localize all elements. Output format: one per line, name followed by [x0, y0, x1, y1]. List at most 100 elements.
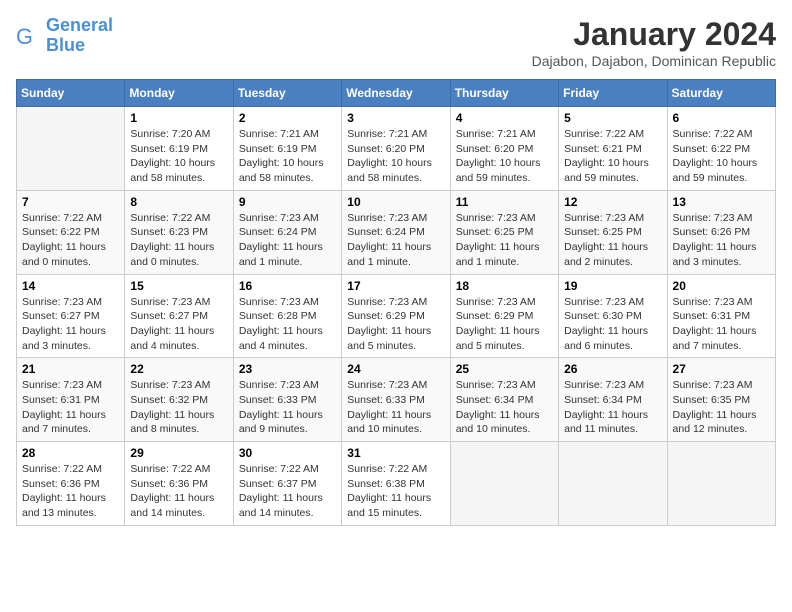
- day-info: Sunrise: 7:23 AMSunset: 6:31 PMDaylight:…: [673, 295, 770, 354]
- day-number: 4: [456, 111, 553, 125]
- calendar-cell: 18Sunrise: 7:23 AMSunset: 6:29 PMDayligh…: [450, 274, 558, 358]
- calendar-cell: 12 Sunrise: 7:23 AMSunset: 6:25 PMDayligh…: [559, 190, 667, 274]
- day-info: Sunrise: 7:22 AMSunset: 6:38 PMDaylight:…: [347, 462, 444, 521]
- calendar-cell: 10 Sunrise: 7:23 AMSunset: 6:24 PMDayligh…: [342, 190, 450, 274]
- calendar-week-row: 28 Sunrise: 7:22 AMSunset: 6:36 PMDayligh…: [17, 442, 776, 526]
- calendar-week-row: 21 Sunrise: 7:23 AMSunset: 6:31 PMDayligh…: [17, 358, 776, 442]
- day-number: 26: [564, 362, 661, 376]
- day-number: 19: [564, 279, 661, 293]
- weekday-header-saturday: Saturday: [667, 80, 775, 107]
- day-info: Sunrise: 7:23 AMSunset: 6:24 PMDaylight:…: [239, 211, 336, 270]
- day-number: 15: [130, 279, 227, 293]
- day-info: Sunrise: 7:22 AMSunset: 6:21 PMDaylight:…: [564, 127, 661, 186]
- day-info: Sunrise: 7:23 AMSunset: 6:32 PMDaylight:…: [130, 378, 227, 437]
- weekday-header-friday: Friday: [559, 80, 667, 107]
- day-info: Sunrise: 7:21 AMSunset: 6:20 PMDaylight:…: [456, 127, 553, 186]
- calendar-cell: 24Sunrise: 7:23 AMSunset: 6:33 PMDayligh…: [342, 358, 450, 442]
- calendar-week-row: 7Sunrise: 7:22 AMSunset: 6:22 PMDaylight…: [17, 190, 776, 274]
- day-number: 8: [130, 195, 227, 209]
- calendar-header-row: SundayMondayTuesdayWednesdayThursdayFrid…: [17, 80, 776, 107]
- calendar-cell: 14Sunrise: 7:23 AMSunset: 6:27 PMDayligh…: [17, 274, 125, 358]
- calendar-cell: 16 Sunrise: 7:23 AMSunset: 6:28 PMDayligh…: [233, 274, 341, 358]
- day-number: 9: [239, 195, 336, 209]
- calendar-cell: 17 Sunrise: 7:23 AMSunset: 6:29 PMDayligh…: [342, 274, 450, 358]
- calendar-cell: 21 Sunrise: 7:23 AMSunset: 6:31 PMDayligh…: [17, 358, 125, 442]
- day-number: 20: [673, 279, 770, 293]
- calendar-cell: [559, 442, 667, 526]
- day-number: 1: [130, 111, 227, 125]
- day-info: Sunrise: 7:22 AMSunset: 6:37 PMDaylight:…: [239, 462, 336, 521]
- day-info: Sunrise: 7:23 AMSunset: 6:35 PMDaylight:…: [673, 378, 770, 437]
- day-info: Sunrise: 7:23 AMSunset: 6:24 PMDaylight:…: [347, 211, 444, 270]
- calendar-cell: 4 Sunrise: 7:21 AMSunset: 6:20 PMDaylight…: [450, 107, 558, 191]
- day-number: 21: [22, 362, 119, 376]
- calendar-table: SundayMondayTuesdayWednesdayThursdayFrid…: [16, 79, 776, 526]
- day-number: 16: [239, 279, 336, 293]
- calendar-cell: 19 Sunrise: 7:23 AMSunset: 6:30 PMDayligh…: [559, 274, 667, 358]
- day-number: 25: [456, 362, 553, 376]
- calendar-cell: 20 Sunrise: 7:23 AMSunset: 6:31 PMDayligh…: [667, 274, 775, 358]
- day-number: 13: [673, 195, 770, 209]
- day-info: Sunrise: 7:21 AMSunset: 6:19 PMDaylight:…: [239, 127, 336, 186]
- day-info: Sunrise: 7:23 AMSunset: 6:27 PMDaylight:…: [22, 295, 119, 354]
- day-info: Sunrise: 7:23 AMSunset: 6:26 PMDaylight:…: [673, 211, 770, 270]
- calendar-cell: 9 Sunrise: 7:23 AMSunset: 6:24 PMDaylight…: [233, 190, 341, 274]
- day-info: Sunrise: 7:22 AMSunset: 6:22 PMDaylight:…: [22, 211, 119, 270]
- day-number: 10: [347, 195, 444, 209]
- calendar-cell: 22 Sunrise: 7:23 AMSunset: 6:32 PMDayligh…: [125, 358, 233, 442]
- day-info: Sunrise: 7:23 AMSunset: 6:33 PMDaylight:…: [239, 378, 336, 437]
- day-number: 31: [347, 446, 444, 460]
- calendar-cell: 26Sunrise: 7:23 AMSunset: 6:34 PMDayligh…: [559, 358, 667, 442]
- day-number: 6: [673, 111, 770, 125]
- logo: G General Blue: [16, 16, 113, 56]
- calendar-body: 1 Sunrise: 7:20 AMSunset: 6:19 PMDaylight…: [17, 107, 776, 526]
- day-info: Sunrise: 7:23 AMSunset: 6:31 PMDaylight:…: [22, 378, 119, 437]
- calendar-cell: 27 Sunrise: 7:23 AMSunset: 6:35 PMDayligh…: [667, 358, 775, 442]
- weekday-header-monday: Monday: [125, 80, 233, 107]
- calendar-cell: 3 Sunrise: 7:21 AMSunset: 6:20 PMDaylight…: [342, 107, 450, 191]
- calendar-cell: 5 Sunrise: 7:22 AMSunset: 6:21 PMDaylight…: [559, 107, 667, 191]
- day-info: Sunrise: 7:23 AMSunset: 6:29 PMDaylight:…: [347, 295, 444, 354]
- calendar-cell: 28 Sunrise: 7:22 AMSunset: 6:36 PMDayligh…: [17, 442, 125, 526]
- day-info: Sunrise: 7:22 AMSunset: 6:36 PMDaylight:…: [130, 462, 227, 521]
- calendar-cell: 30Sunrise: 7:22 AMSunset: 6:37 PMDayligh…: [233, 442, 341, 526]
- logo-text: General Blue: [46, 16, 113, 56]
- day-info: Sunrise: 7:21 AMSunset: 6:20 PMDaylight:…: [347, 127, 444, 186]
- month-year-title: January 2024: [532, 16, 776, 53]
- day-info: Sunrise: 7:23 AMSunset: 6:25 PMDaylight:…: [456, 211, 553, 270]
- location-subtitle: Dajabon, Dajabon, Dominican Republic: [532, 53, 776, 69]
- day-info: Sunrise: 7:20 AMSunset: 6:19 PMDaylight:…: [130, 127, 227, 186]
- calendar-cell: [667, 442, 775, 526]
- day-number: 22: [130, 362, 227, 376]
- day-number: 29: [130, 446, 227, 460]
- day-info: Sunrise: 7:23 AMSunset: 6:25 PMDaylight:…: [564, 211, 661, 270]
- day-number: 28: [22, 446, 119, 460]
- day-number: 5: [564, 111, 661, 125]
- day-info: Sunrise: 7:23 AMSunset: 6:27 PMDaylight:…: [130, 295, 227, 354]
- weekday-header-tuesday: Tuesday: [233, 80, 341, 107]
- day-number: 11: [456, 195, 553, 209]
- weekday-header-wednesday: Wednesday: [342, 80, 450, 107]
- day-info: Sunrise: 7:23 AMSunset: 6:28 PMDaylight:…: [239, 295, 336, 354]
- day-number: 23: [239, 362, 336, 376]
- day-number: 12: [564, 195, 661, 209]
- day-number: 27: [673, 362, 770, 376]
- day-info: Sunrise: 7:23 AMSunset: 6:30 PMDaylight:…: [564, 295, 661, 354]
- page-header: G General Blue January 2024 Dajabon, Daj…: [16, 16, 776, 69]
- calendar-cell: 29 Sunrise: 7:22 AMSunset: 6:36 PMDayligh…: [125, 442, 233, 526]
- day-info: Sunrise: 7:23 AMSunset: 6:34 PMDaylight:…: [456, 378, 553, 437]
- calendar-cell: 2Sunrise: 7:21 AMSunset: 6:19 PMDaylight…: [233, 107, 341, 191]
- calendar-cell: 6Sunrise: 7:22 AMSunset: 6:22 PMDaylight…: [667, 107, 775, 191]
- day-number: 18: [456, 279, 553, 293]
- calendar-week-row: 1 Sunrise: 7:20 AMSunset: 6:19 PMDaylight…: [17, 107, 776, 191]
- calendar-cell: 7Sunrise: 7:22 AMSunset: 6:22 PMDaylight…: [17, 190, 125, 274]
- day-info: Sunrise: 7:22 AMSunset: 6:36 PMDaylight:…: [22, 462, 119, 521]
- calendar-cell: 15 Sunrise: 7:23 AMSunset: 6:27 PMDayligh…: [125, 274, 233, 358]
- calendar-cell: 31 Sunrise: 7:22 AMSunset: 6:38 PMDayligh…: [342, 442, 450, 526]
- calendar-cell: 8Sunrise: 7:22 AMSunset: 6:23 PMDaylight…: [125, 190, 233, 274]
- weekday-header-thursday: Thursday: [450, 80, 558, 107]
- day-number: 17: [347, 279, 444, 293]
- day-number: 3: [347, 111, 444, 125]
- calendar-cell: [17, 107, 125, 191]
- calendar-cell: 1 Sunrise: 7:20 AMSunset: 6:19 PMDaylight…: [125, 107, 233, 191]
